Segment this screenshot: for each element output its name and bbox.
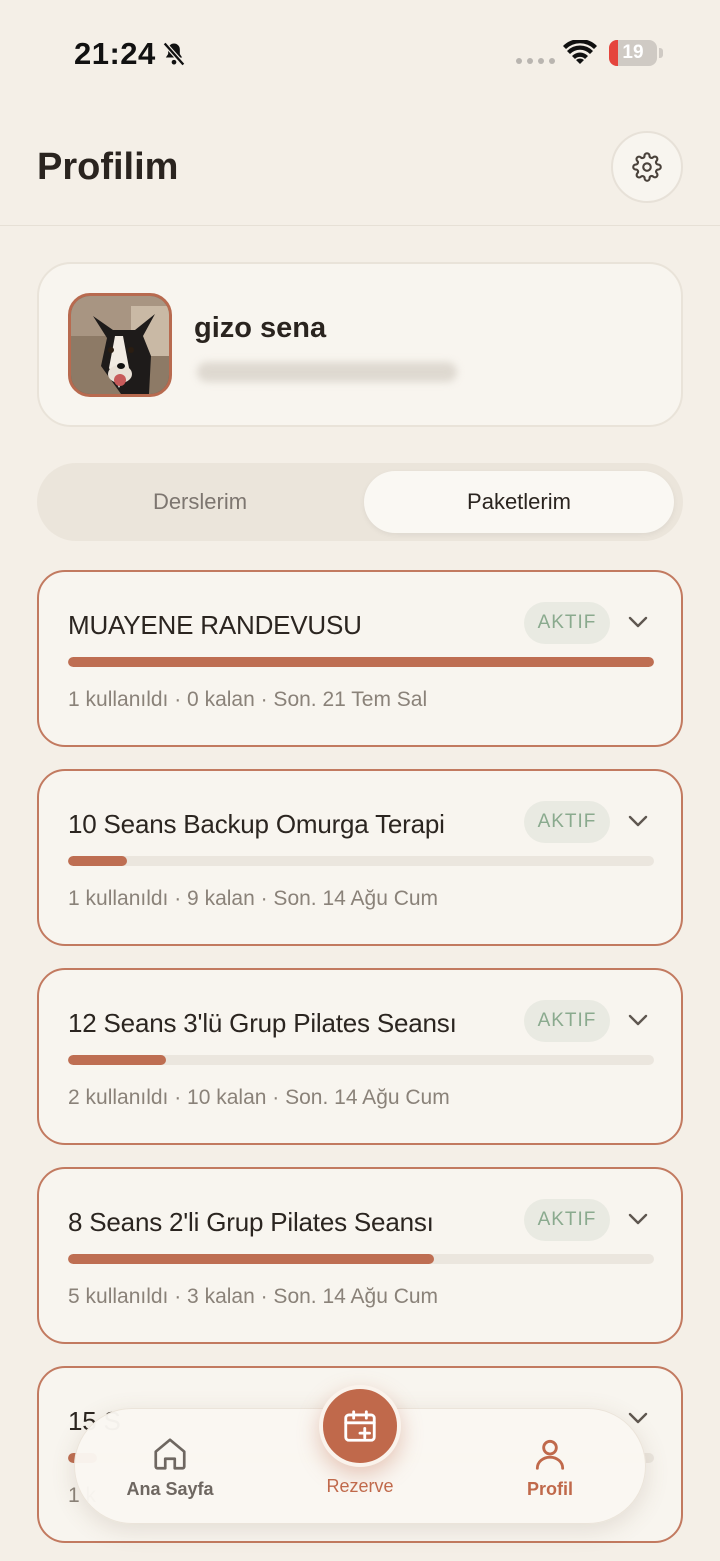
nav-profile[interactable]: Profil [485,1409,615,1525]
package-usage: 1 kullanıldı · 0 kalan · Son. 21 Tem Sal [68,688,428,711]
package-title: MUAYENE RANDEVUSU [68,610,362,640]
segmented-tabs: Derslerim Paketlerim [37,463,683,541]
package-card[interactable]: 8 Seans 2'li Grup Pilates Seansı AKTIF 5… [37,1167,683,1344]
profile-card[interactable]: gizo sena [37,262,683,427]
progress-track [68,1254,654,1264]
status-bar: 21:24 19 [0,0,720,100]
progress-track [68,1055,654,1065]
tab-paketlerim[interactable]: Paketlerim [364,471,674,533]
progress-fill [68,1254,435,1264]
home-icon [154,1437,186,1470]
battery-level: 19 [622,42,644,63]
chevron-down-icon[interactable] [625,1010,651,1030]
profile-name: gizo sena [194,312,327,344]
page-title: Profilim [37,146,179,188]
progress-fill [68,856,127,866]
nav-profile-label: Profil [526,1478,573,1499]
status-badge: AKTIF [524,1000,610,1042]
settings-button[interactable] [611,131,683,203]
package-usage: 1 kullanıldı · 9 kalan · Son. 14 Ağu Cum [68,887,439,910]
package-card[interactable]: 10 Seans Backup Omurga Terapi AKTIF 1 ku… [37,769,683,946]
avatar[interactable] [68,293,172,397]
tab-derslerim[interactable]: Derslerim [45,471,355,533]
package-title: 12 Seans 3'lü Grup Pilates Seansı [68,1008,457,1038]
status-badge: AKTIF [524,801,610,843]
calendar-plus-icon [344,1410,376,1442]
progress-track [68,856,654,866]
chevron-down-icon[interactable] [625,1209,651,1229]
dog-photo [71,296,169,394]
cellular-signal-icon [516,58,555,64]
status-badge: AKTIF [524,1199,610,1241]
profile-email-blurred [197,362,457,382]
package-title: 8 Seans 2'li Grup Pilates Seansı [68,1207,434,1237]
reserve-button[interactable] [319,1385,401,1467]
status-badge: AKTIF [524,602,610,644]
package-usage: 2 kullanıldı · 10 kalan · Son. 14 Ağu Cu… [68,1086,450,1109]
package-usage: 5 kullanıldı · 3 kalan · Son. 14 Ağu Cum [68,1285,439,1308]
status-time: 21:24 [74,36,156,71]
user-icon [535,1439,565,1470]
bell-off-icon [162,41,186,67]
progress-track [68,657,654,667]
nav-home[interactable]: Ana Sayfa [105,1409,235,1525]
package-card[interactable]: 12 Seans 3'lü Grup Pilates Seansı AKTIF … [37,968,683,1145]
gear-icon [632,152,662,182]
header: Profilim [0,100,720,226]
wifi-icon [563,40,597,64]
chevron-down-icon[interactable] [625,811,651,831]
progress-fill [68,1055,166,1065]
package-title: 10 Seans Backup Omurga Terapi [68,809,445,839]
progress-fill [68,657,654,667]
chevron-down-icon[interactable] [625,612,651,632]
battery-icon: 19 [609,40,657,66]
nav-home-label: Ana Sayfa [126,1478,214,1499]
reserve-label[interactable]: Rezerve [300,1476,420,1497]
package-card[interactable]: MUAYENE RANDEVUSU AKTIF 1 kullanıldı · 0… [37,570,683,747]
